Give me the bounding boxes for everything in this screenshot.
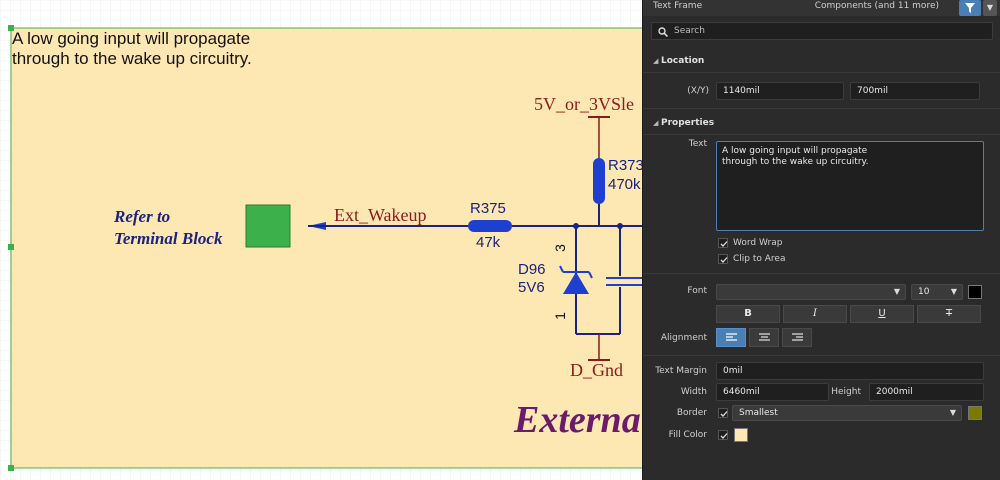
align-left-button[interactable] xyxy=(716,328,746,347)
align-left-icon xyxy=(726,333,737,341)
height-field[interactable]: 2000mil xyxy=(869,383,984,401)
border-label: Border xyxy=(676,408,707,418)
pin-1-label: 1 xyxy=(551,312,568,320)
fill-color-label: Fill Color xyxy=(668,430,707,440)
alignment-label: Alignment xyxy=(660,333,707,343)
clip-to-area-label: Clip to Area xyxy=(733,254,786,264)
frame-handle-bl xyxy=(8,465,14,471)
collapse-arrow-icon: ◢ xyxy=(653,119,659,127)
fill-color-checkbox[interactable] xyxy=(718,430,728,440)
chevron-down-icon: ▼ xyxy=(893,287,900,296)
border-color-swatch[interactable] xyxy=(968,406,982,420)
text-margin-label: Text Margin xyxy=(655,366,707,376)
terminal-port xyxy=(245,204,291,248)
width-field[interactable]: 6460mil xyxy=(716,383,829,401)
net-label-dgnd: D_Gnd xyxy=(570,360,623,380)
funnel-icon xyxy=(965,3,975,13)
font-size-select[interactable]: 10 ▼ xyxy=(911,284,963,300)
strikethrough-button[interactable]: T xyxy=(917,305,981,323)
checkmark-icon xyxy=(720,433,728,439)
word-wrap-label: Word Wrap xyxy=(733,238,783,248)
r375-designator: R375 xyxy=(470,200,506,217)
panel-header: Text Frame Components (and 11 more) ▼ xyxy=(643,0,1000,16)
refer-label: Refer to Terminal Block xyxy=(114,206,222,250)
font-label: Font xyxy=(687,286,707,296)
net-label-ext-wakeup: Ext_Wakeup xyxy=(334,205,427,225)
panel-title: Text Frame xyxy=(653,1,703,11)
properties-section-header[interactable]: ◢ Properties xyxy=(643,115,1000,133)
r373-value: 470k xyxy=(608,176,641,193)
align-center-icon xyxy=(759,333,770,341)
checkmark-icon xyxy=(720,411,728,417)
d96-value: 5V6 xyxy=(518,279,545,296)
italic-button[interactable]: I xyxy=(783,305,847,323)
text-frame-content[interactable]: A low going input will propagate through… xyxy=(12,29,252,69)
schematic-canvas[interactable]: A low going input will propagate through… xyxy=(0,0,642,480)
d96-designator: D96 xyxy=(518,261,546,278)
search-placeholder: Search xyxy=(674,26,705,36)
refer-line-2: Terminal Block xyxy=(114,229,223,248)
border-width-select[interactable]: Smallest ▼ xyxy=(732,405,962,421)
search-input[interactable]: Search xyxy=(651,22,993,40)
text-value-area[interactable]: A low going input will propagate through… xyxy=(716,141,984,231)
location-section-header[interactable]: ◢ Location xyxy=(643,53,1000,71)
checkmark-icon xyxy=(720,241,728,247)
r375-body xyxy=(468,220,512,232)
text-margin-field[interactable]: 0mil xyxy=(716,362,984,380)
width-label: Width xyxy=(680,387,707,397)
r373-body xyxy=(593,158,605,204)
checkmark-icon xyxy=(720,257,728,263)
bold-button[interactable]: B xyxy=(716,305,780,323)
xy-label: (X/Y) xyxy=(687,86,709,96)
filter-dropdown-button[interactable]: ▼ xyxy=(983,0,997,16)
text-label: Text xyxy=(688,139,707,149)
r373-designator: R373 xyxy=(608,157,642,174)
chevron-down-icon: ▼ xyxy=(949,408,956,417)
chevron-down-icon: ▼ xyxy=(950,287,957,296)
clip-to-area-checkbox[interactable] xyxy=(718,254,728,264)
collapse-arrow-icon: ◢ xyxy=(653,57,659,65)
properties-panel: Text Frame Components (and 11 more) ▼ Se… xyxy=(642,0,1000,480)
frame-handle-ml xyxy=(8,244,14,250)
underline-button[interactable]: U xyxy=(850,305,914,323)
filter-button[interactable] xyxy=(959,0,981,16)
align-right-icon xyxy=(792,333,803,341)
align-center-button[interactable] xyxy=(749,328,779,347)
filter-summary[interactable]: Components (and 11 more) xyxy=(815,1,939,11)
align-right-button[interactable] xyxy=(782,328,812,347)
location-x-field[interactable]: 1140mil xyxy=(716,82,844,100)
net-label-power: 5V_or_3VSle xyxy=(534,94,634,114)
fill-color-swatch[interactable] xyxy=(734,428,748,442)
refer-line-1: Refer to xyxy=(114,207,171,226)
search-icon xyxy=(658,27,668,37)
r375-value: 47k xyxy=(476,234,501,251)
border-checkbox[interactable] xyxy=(718,408,728,418)
word-wrap-checkbox[interactable] xyxy=(718,238,728,248)
font-color-swatch[interactable] xyxy=(968,285,982,299)
font-name-select[interactable]: ▼ xyxy=(716,284,906,300)
location-y-field[interactable]: 700mil xyxy=(850,82,980,100)
pin-3-label: 3 xyxy=(551,244,568,252)
sheet-title-fragment: Externa xyxy=(514,399,641,441)
height-label: Height xyxy=(831,387,861,397)
